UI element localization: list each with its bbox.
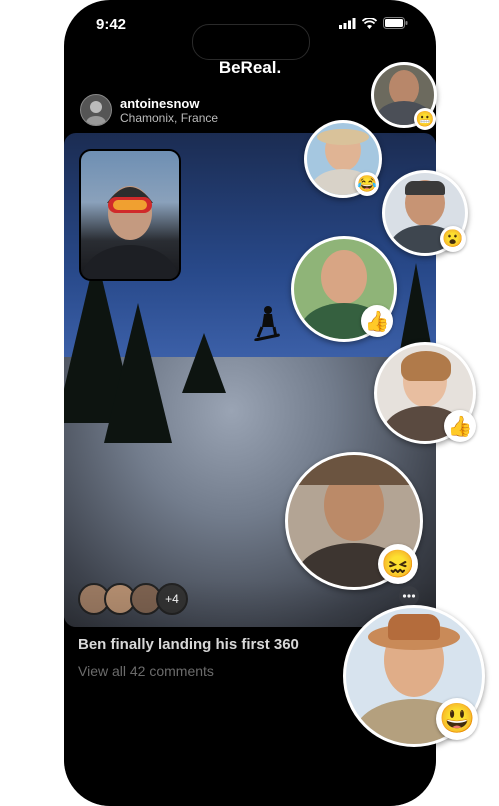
status-time: 9:42 <box>96 16 127 33</box>
post-header[interactable]: antoinesnow Chamonix, France <box>80 94 218 126</box>
more-icon[interactable] <box>398 585 420 607</box>
snowboarder-figure <box>254 306 280 341</box>
status-bar: 9:42 <box>64 14 436 60</box>
tree-silhouette <box>104 303 172 443</box>
confounded-emoji-badge: 😖 <box>378 544 418 584</box>
user-avatar[interactable] <box>80 94 112 126</box>
location-label: Chamonix, France <box>120 110 219 125</box>
post-caption: Ben finally landing his first 360 <box>78 636 299 653</box>
more-reactions-count[interactable]: +4 <box>156 583 188 615</box>
thumbs-up-emoji-badge: 👍 <box>444 410 476 442</box>
dynamic-island <box>192 24 310 60</box>
happy-emoji-badge: 😃 <box>436 698 478 740</box>
thumbs-up-emoji-badge: 👍 <box>361 305 393 337</box>
surprised-emoji-badge: 😮 <box>440 226 466 252</box>
reactions-avatars[interactable]: +4 <box>78 583 188 615</box>
signal-icon <box>339 17 356 29</box>
front-camera-thumbnail[interactable] <box>79 149 181 281</box>
laugh-emoji-badge: 😂 <box>355 172 379 196</box>
tree-silhouette <box>182 333 226 393</box>
status-icons <box>339 17 408 29</box>
wifi-icon <box>362 17 377 29</box>
username[interactable]: antoinesnow <box>120 96 218 111</box>
grimace-emoji-badge: 😬 <box>414 108 436 130</box>
battery-icon <box>383 17 408 29</box>
view-comments-link[interactable]: View all 42 comments <box>78 663 214 679</box>
